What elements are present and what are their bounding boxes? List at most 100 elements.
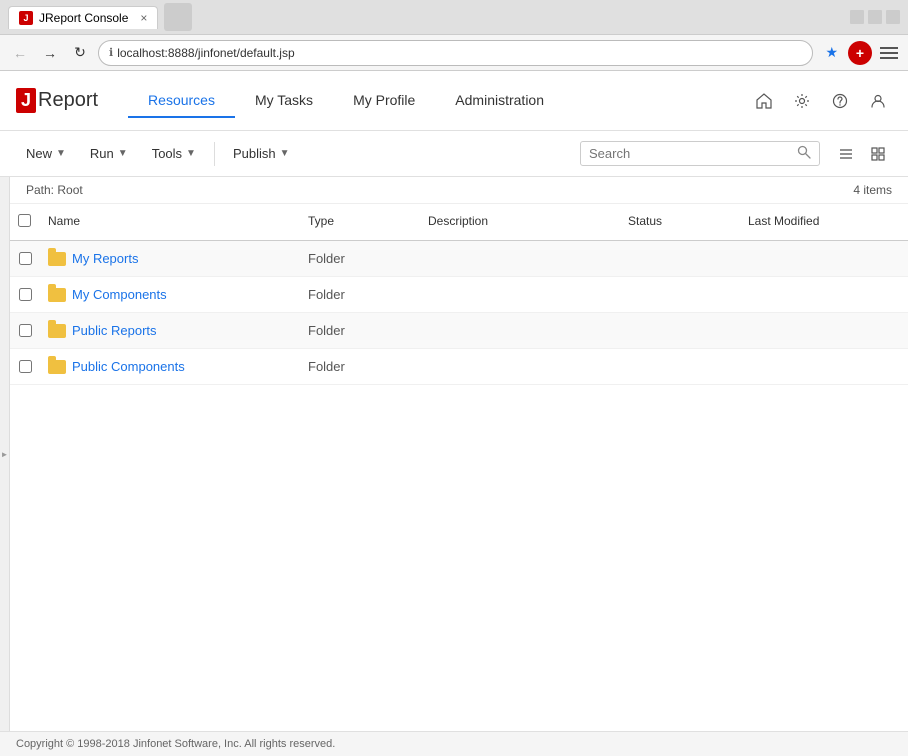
panel-toggle[interactable]: ► — [0, 177, 10, 731]
home-icon[interactable] — [750, 87, 778, 115]
minimize-button[interactable] — [850, 10, 864, 24]
run-dropdown-arrow: ▼ — [118, 148, 128, 159]
nav-my-tasks[interactable]: My Tasks — [235, 84, 333, 118]
header-name[interactable]: Name — [40, 210, 300, 234]
maximize-button[interactable] — [868, 10, 882, 24]
panel-arrow-icon: ► — [1, 450, 9, 459]
back-button[interactable]: ← — [8, 41, 32, 65]
new-tab-button[interactable] — [164, 3, 192, 31]
right-content: Path: Root 4 items Name Type Description… — [10, 177, 908, 731]
main-content: ► Path: Root 4 items Name — [0, 177, 908, 731]
row-type-cell: Folder — [300, 281, 420, 308]
table-row[interactable]: Public Components Folder — [10, 349, 908, 385]
row-checkbox[interactable] — [19, 288, 32, 301]
header-checkbox-cell — [10, 210, 40, 234]
select-all-checkbox[interactable] — [18, 214, 31, 227]
header-icons — [750, 87, 892, 115]
address-bar[interactable]: ℹ localhost:8888/jinfonet/default.jsp — [98, 40, 813, 66]
row-name-cell: My Reports — [40, 245, 300, 272]
main-nav: Resources My Tasks My Profile Administra… — [128, 84, 750, 118]
row-description-cell — [420, 325, 620, 337]
publish-dropdown-arrow: ▼ — [280, 148, 290, 159]
tab-close-button[interactable]: × — [140, 11, 147, 25]
row-checkbox-cell[interactable] — [10, 354, 40, 379]
header-status[interactable]: Status — [620, 210, 740, 234]
row-checkbox[interactable] — [19, 252, 32, 265]
browser-tab[interactable]: J JReport Console × — [8, 6, 158, 29]
new-dropdown-arrow: ▼ — [56, 148, 66, 159]
table-header: Name Type Description Status Last Modifi… — [10, 204, 908, 241]
bookmark-star-icon[interactable]: ★ — [825, 44, 838, 61]
footer-text: Copyright © 1998-2018 Jinfonet Software,… — [16, 738, 335, 750]
table-row[interactable]: My Reports Folder — [10, 241, 908, 277]
user-icon[interactable] — [864, 87, 892, 115]
row-name-link[interactable]: My Components — [72, 287, 167, 302]
toolbar-separator — [214, 142, 215, 166]
nav-administration[interactable]: Administration — [435, 84, 564, 118]
header-last-modified[interactable]: Last Modified — [740, 210, 908, 234]
tools-button[interactable]: Tools ▼ — [142, 141, 206, 166]
close-button[interactable] — [886, 10, 900, 24]
tools-label: Tools — [152, 146, 182, 161]
app-logo: J Report — [16, 88, 98, 113]
toolbar: New ▼ Run ▼ Tools ▼ Publish ▼ — [0, 131, 908, 177]
header-type[interactable]: Type — [300, 210, 420, 234]
extension-button[interactable]: + — [848, 41, 872, 65]
help-icon[interactable] — [826, 87, 854, 115]
publish-button[interactable]: Publish ▼ — [223, 141, 300, 166]
search-box[interactable] — [580, 141, 820, 166]
grid-view-button[interactable] — [864, 140, 892, 168]
list-view-button[interactable] — [832, 140, 860, 168]
row-description-cell — [420, 289, 620, 301]
browser-menu-button[interactable] — [878, 45, 900, 61]
nav-my-profile[interactable]: My Profile — [333, 84, 435, 118]
path-text: Path: Root — [26, 183, 83, 197]
row-name-link[interactable]: Public Reports — [72, 323, 157, 338]
row-name-link[interactable]: Public Components — [72, 359, 185, 374]
new-button[interactable]: New ▼ — [16, 141, 76, 166]
row-name-cell: Public Components — [40, 353, 300, 380]
table-row[interactable]: My Components Folder — [10, 277, 908, 313]
settings-icon[interactable] — [788, 87, 816, 115]
table-row[interactable]: Public Reports Folder — [10, 313, 908, 349]
logo-j: J — [16, 88, 36, 113]
row-modified-cell — [740, 289, 908, 301]
row-status-cell — [620, 289, 740, 301]
row-checkbox-cell[interactable] — [10, 318, 40, 343]
forward-button[interactable]: → — [38, 41, 62, 65]
items-count: 4 items — [853, 183, 892, 197]
nav-resources[interactable]: Resources — [128, 84, 235, 118]
row-status-cell — [620, 325, 740, 337]
row-type-cell: Folder — [300, 317, 420, 344]
row-type-cell: Folder — [300, 245, 420, 272]
row-status-cell — [620, 253, 740, 265]
row-modified-cell — [740, 253, 908, 265]
row-name-cell: Public Reports — [40, 317, 300, 344]
row-modified-cell — [740, 361, 908, 373]
search-input[interactable] — [589, 146, 797, 161]
run-button[interactable]: Run ▼ — [80, 141, 138, 166]
tab-icon: J — [19, 11, 33, 25]
row-description-cell — [420, 253, 620, 265]
row-checkbox[interactable] — [19, 360, 32, 373]
file-table: Name Type Description Status Last Modifi… — [10, 204, 908, 731]
row-name-cell: My Components — [40, 281, 300, 308]
folder-icon — [48, 288, 66, 302]
refresh-button[interactable]: ↻ — [68, 41, 92, 65]
row-checkbox-cell[interactable] — [10, 246, 40, 271]
new-label: New — [26, 146, 52, 161]
row-type-cell: Folder — [300, 353, 420, 380]
folder-icon — [48, 324, 66, 338]
address-text: localhost:8888/jinfonet/default.jsp — [117, 46, 802, 60]
row-checkbox[interactable] — [19, 324, 32, 337]
row-checkbox-cell[interactable] — [10, 282, 40, 307]
browser-titlebar: J JReport Console × — [0, 0, 908, 34]
run-label: Run — [90, 146, 114, 161]
logo-text: Report — [38, 89, 98, 112]
row-modified-cell — [740, 325, 908, 337]
row-description-cell — [420, 361, 620, 373]
folder-icon — [48, 360, 66, 374]
row-name-link[interactable]: My Reports — [72, 251, 138, 266]
folder-icon — [48, 252, 66, 266]
publish-label: Publish — [233, 146, 276, 161]
